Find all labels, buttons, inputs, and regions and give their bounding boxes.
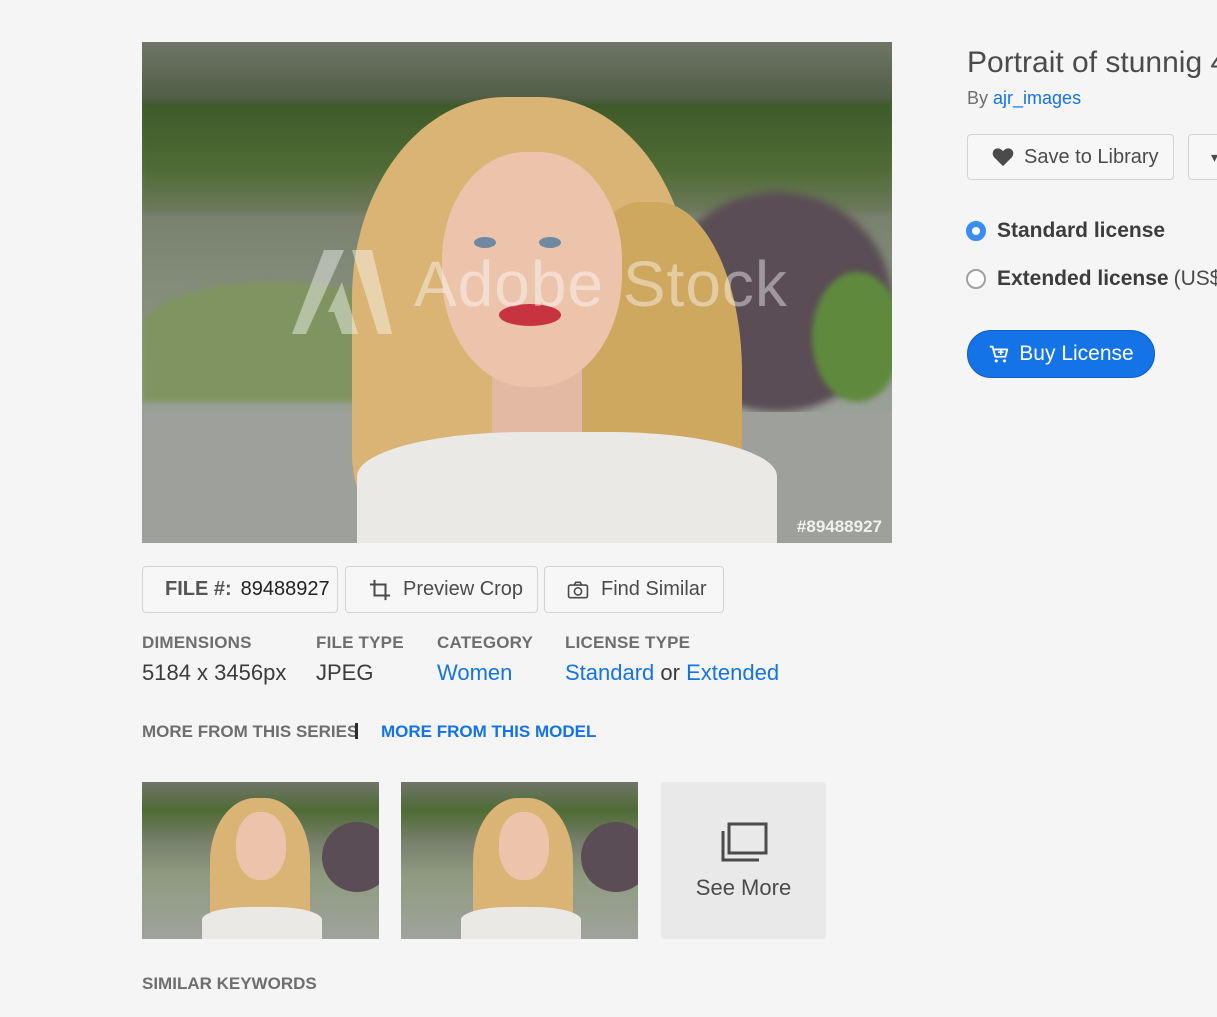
buy-license-label: Buy License — [1019, 342, 1134, 365]
preview-crop-button[interactable]: Preview Crop — [345, 566, 538, 613]
save-to-library-label: Save to Library — [1024, 145, 1159, 168]
more-actions-button[interactable]: ▾ — [1188, 134, 1217, 180]
see-more-button[interactable]: See More — [661, 782, 826, 939]
adobe-logo-icon — [292, 250, 392, 334]
file-number-label: FILE #: — [165, 578, 232, 600]
license-type-heading: LICENSE TYPE — [565, 633, 691, 652]
similar-keywords-heading: SIMILAR KEYWORDS — [142, 974, 317, 993]
thumb-shirt — [202, 907, 322, 939]
heart-icon — [992, 148, 1014, 167]
thumb-face — [499, 812, 549, 880]
thumb-face — [236, 812, 286, 880]
file-number-value: 89488927 — [240, 578, 330, 600]
standard-license-label: Standard license — [997, 219, 1166, 242]
by-label: By — [967, 88, 989, 108]
author-link[interactable]: ajr_images — [993, 88, 1081, 108]
watermark-text: Adobe Stock — [414, 248, 788, 320]
file-type-heading: FILE TYPE — [316, 633, 404, 652]
standard-license-radio[interactable] — [966, 221, 986, 241]
extended-license-label: Extended license — [997, 267, 1169, 290]
dimensions-value: 5184 x 3456px — [142, 660, 287, 685]
byline: By ajr_images — [967, 88, 1081, 109]
asset-title: Portrait of stunnig 4 — [967, 46, 1217, 79]
category-heading: CATEGORY — [437, 633, 534, 652]
camera-icon — [567, 581, 589, 598]
tab-more-from-model[interactable]: MORE FROM THIS MODEL — [381, 722, 596, 742]
tab-separator — [355, 723, 358, 739]
series-thumbnail[interactable] — [142, 782, 379, 939]
dimensions-heading: DIMENSIONS — [142, 633, 252, 652]
main-preview-image[interactable]: Adobe Stock #89488927 — [142, 42, 892, 543]
standard-license-option[interactable]: Standard license — [966, 219, 1165, 243]
stack-icon — [721, 822, 767, 861]
thumb-shrub — [581, 822, 638, 892]
thumb-shirt — [461, 907, 581, 939]
category-link[interactable]: Women — [437, 660, 512, 685]
file-number-button[interactable]: FILE #: 89488927 — [142, 566, 338, 613]
thumb-shrub — [322, 822, 379, 892]
series-thumbnail[interactable] — [401, 782, 638, 939]
cart-icon — [990, 345, 1009, 363]
file-id-overlay: #89488927 — [796, 517, 882, 536]
category-value: Women — [437, 660, 512, 686]
license-extended-link[interactable]: Extended — [686, 660, 779, 685]
file-type-value: JPEG — [316, 660, 374, 685]
bg-shrub-green — [812, 272, 892, 402]
subject-shirt — [357, 432, 777, 543]
find-similar-label: Find Similar — [601, 578, 707, 600]
license-or-text: or — [660, 660, 680, 685]
tab-more-from-series[interactable]: MORE FROM THIS SERIES — [142, 722, 358, 742]
license-type-value: Standard or Extended — [565, 660, 779, 686]
crop-icon — [369, 579, 391, 600]
find-similar-button[interactable]: Find Similar — [544, 566, 724, 613]
save-to-library-button[interactable]: Save to Library — [967, 134, 1174, 180]
extended-license-radio[interactable] — [966, 269, 986, 289]
extended-license-option[interactable]: Extended license (US$79 — [966, 267, 1217, 291]
buy-license-button[interactable]: Buy License — [967, 330, 1155, 378]
preview-crop-label: Preview Crop — [403, 578, 524, 600]
extended-license-price: (US$79 — [1173, 267, 1217, 290]
see-more-label: See More — [695, 874, 792, 900]
more-actions-glyph: ▾ — [1211, 148, 1217, 165]
license-standard-link[interactable]: Standard — [565, 660, 654, 685]
